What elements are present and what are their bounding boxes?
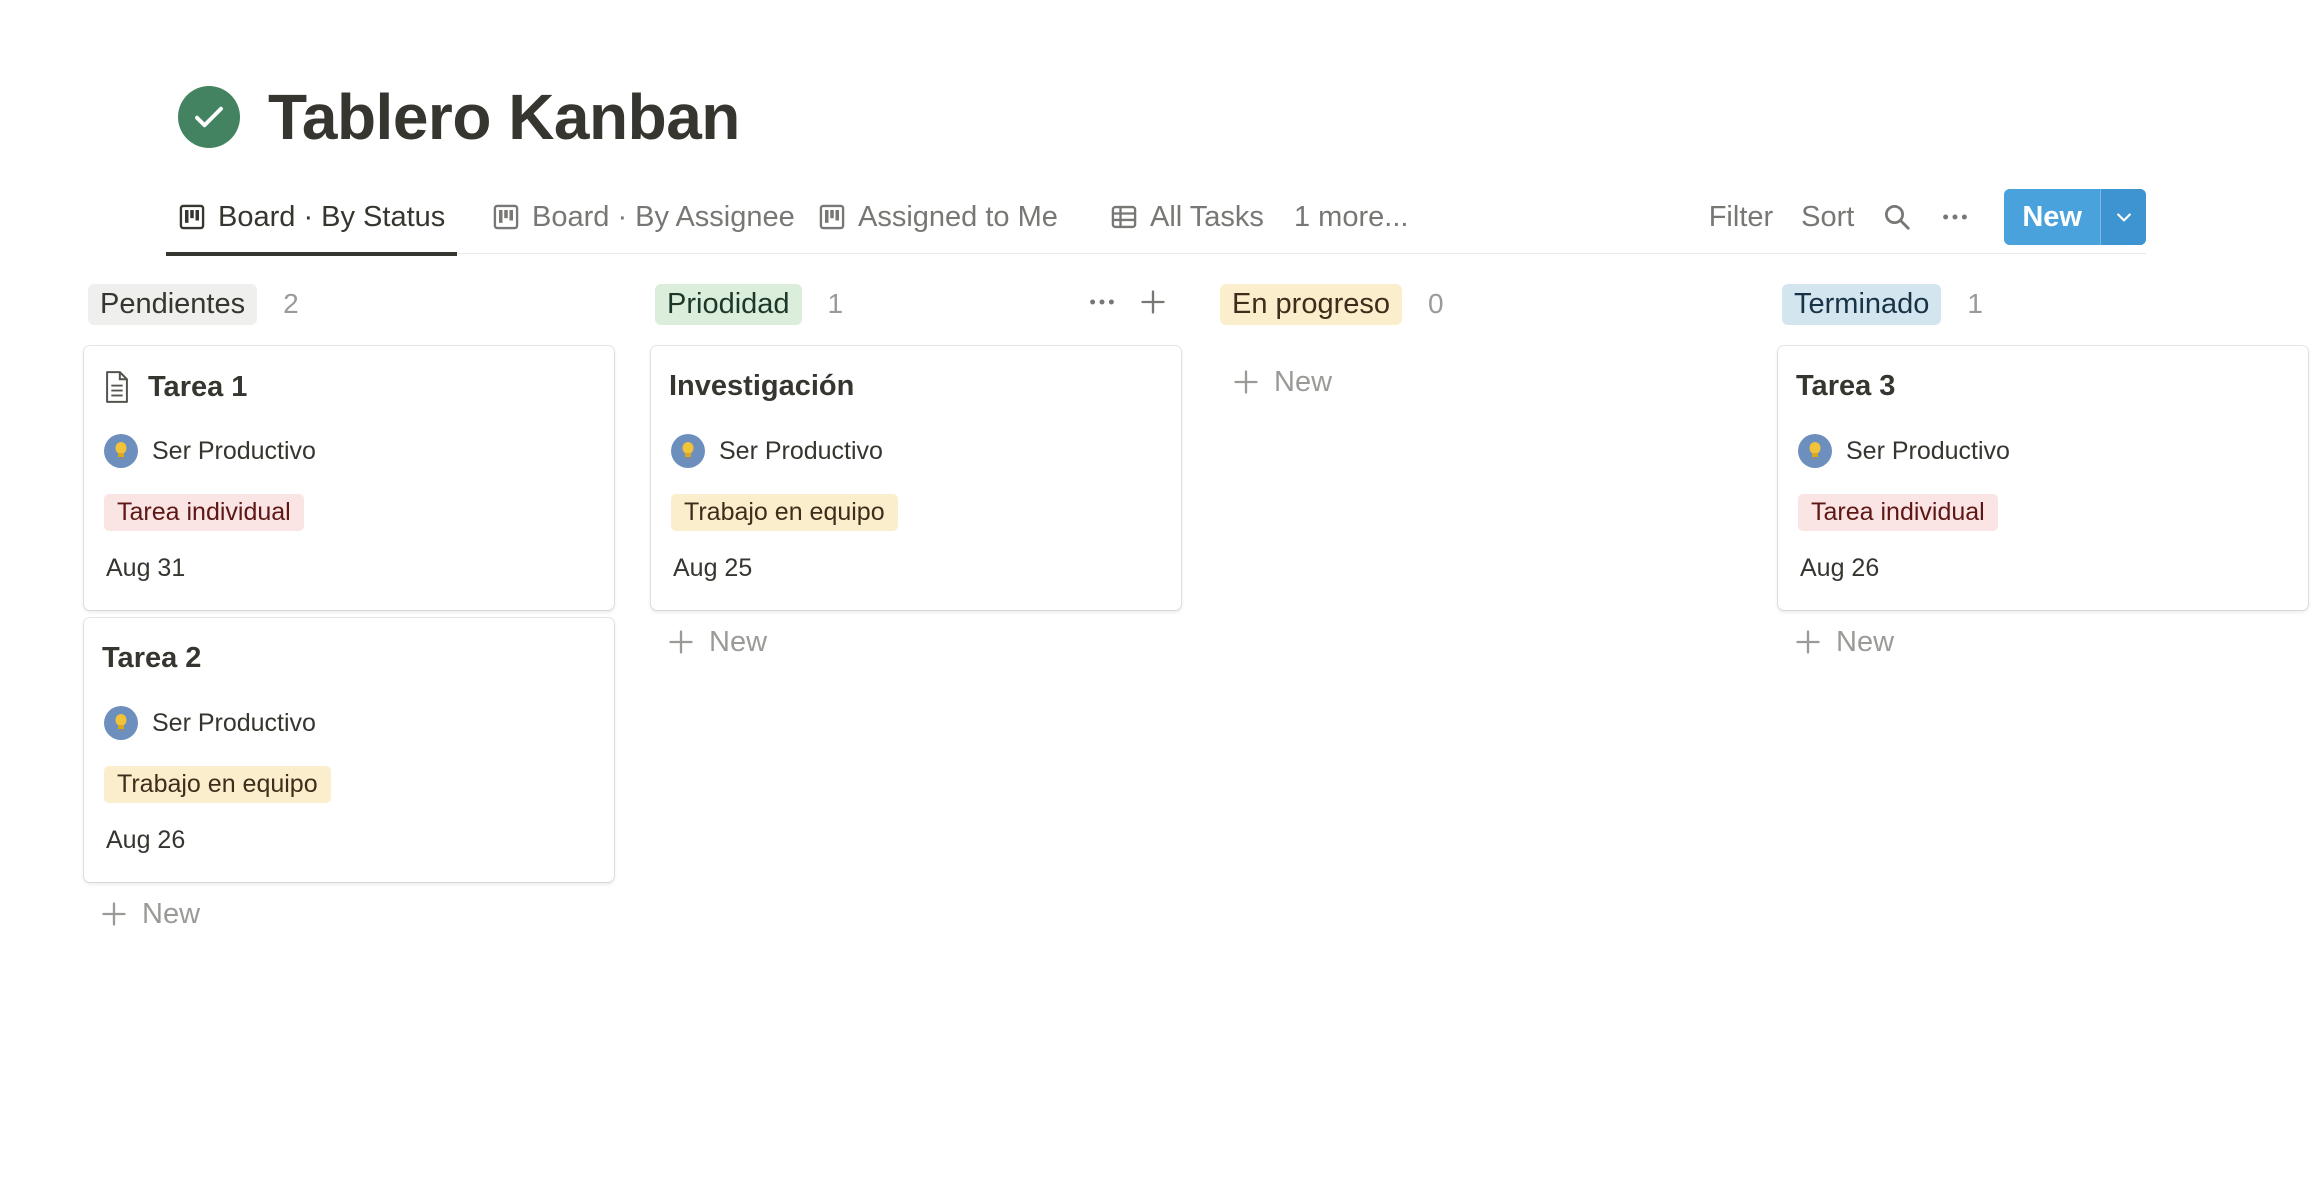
card-title: Tarea 1: [102, 370, 247, 404]
column-count: 1: [827, 288, 844, 319]
plus-icon: [669, 630, 693, 654]
card-title: Tarea 2: [102, 642, 201, 675]
kanban-page: Tablero Kanban Board · By Status Board ·…: [0, 0, 2318, 1204]
column-en-progreso: En progreso 0 New: [1220, 280, 1750, 398]
tab-board-by-assignee[interactable]: Board · By Assignee: [480, 180, 807, 254]
assignee-name: Ser Productivo: [152, 708, 316, 737]
board-icon: [493, 204, 519, 230]
column-priodidad: Priodidad 1 Investigación Ser Productivo: [651, 280, 1185, 658]
add-new-label: New: [1274, 365, 1333, 398]
sort-button[interactable]: Sort: [1787, 192, 1868, 242]
tab-assigned-to-me[interactable]: Assigned to Me: [806, 180, 1070, 254]
task-card-tarea-2[interactable]: Tarea 2 Ser Productivo Trabajo en equipo…: [84, 618, 614, 882]
card-assignee: Ser Productivo: [1798, 434, 2010, 468]
card-tag: Trabajo en equipo: [671, 494, 898, 531]
board-icon: [819, 204, 845, 230]
lightbulb-avatar-icon: [671, 434, 705, 468]
task-card-tarea-3[interactable]: Tarea 3 Ser Productivo Tarea individual …: [1778, 346, 2308, 610]
tab-more[interactable]: 1 more...: [1282, 180, 1420, 254]
task-card-investigacion[interactable]: Investigación Ser Productivo Trabajo en …: [651, 346, 1181, 610]
column-count: 2: [283, 288, 299, 319]
card-date: Aug 25: [673, 554, 753, 582]
add-new-card-button[interactable]: New: [100, 892, 200, 936]
tab-label: All Tasks: [1150, 200, 1264, 233]
chevron-down-icon[interactable]: [2100, 189, 2146, 245]
add-new-card-button[interactable]: New: [1232, 360, 1332, 404]
plus-icon: [1234, 370, 1258, 394]
tab-label: Board · By Assignee: [532, 200, 795, 233]
plus-icon: [1796, 630, 1820, 654]
column-header: Pendientes 2: [88, 280, 618, 328]
tab-all-tasks[interactable]: All Tasks: [1098, 180, 1276, 254]
page-icon: [106, 371, 128, 403]
table-icon: [1111, 205, 1137, 229]
board-icon: [179, 204, 205, 230]
card-title: Investigación: [669, 370, 854, 403]
plus-icon: [102, 902, 126, 926]
lightbulb-avatar-icon: [1798, 434, 1832, 468]
card-assignee: Ser Productivo: [671, 434, 883, 468]
status-pill[interactable]: En progreso: [1220, 283, 1402, 325]
column-count: 0: [1428, 288, 1444, 319]
column-header: Priodidad 1: [655, 280, 1185, 328]
filter-button[interactable]: Filter: [1695, 192, 1787, 242]
status-pill[interactable]: Priodidad: [655, 283, 802, 325]
more-options-icon[interactable]: [1926, 192, 1984, 242]
column-pendientes: Pendientes 2 Tarea 1 Ser Productivo Tare…: [84, 280, 618, 930]
new-button-group: New: [2004, 189, 2146, 245]
add-new-label: New: [709, 625, 768, 658]
status-pill[interactable]: Pendientes: [88, 283, 258, 325]
card-tag: Tarea individual: [104, 494, 304, 531]
tab-board-by-status[interactable]: Board · By Status: [166, 180, 458, 256]
title-row: Tablero Kanban: [178, 80, 740, 154]
card-date: Aug 26: [106, 826, 186, 854]
plus-icon[interactable]: [1139, 288, 1167, 321]
page-title: Tablero Kanban: [268, 81, 740, 153]
card-tag: Tarea individual: [1798, 494, 1998, 531]
assignee-name: Ser Productivo: [152, 436, 316, 465]
lightbulb-avatar-icon: [104, 706, 138, 740]
status-pill[interactable]: Terminado: [1782, 283, 1942, 325]
column-count: 1: [1967, 288, 1983, 319]
card-title-text: Tarea 2: [102, 642, 202, 674]
card-title-text: Investigación: [669, 370, 855, 402]
add-new-label: New: [1836, 625, 1895, 658]
more-options-icon[interactable]: [1087, 287, 1117, 322]
add-new-card-button[interactable]: New: [1794, 620, 1894, 664]
card-title-text: Tarea 1: [148, 370, 248, 403]
tab-label: Board · By Status: [218, 200, 446, 233]
lightbulb-avatar-icon: [104, 434, 138, 468]
search-icon[interactable]: [1868, 192, 1926, 242]
card-tag: Trabajo en equipo: [104, 766, 331, 803]
card-date: Aug 31: [106, 554, 186, 582]
assignee-name: Ser Productivo: [1846, 436, 2010, 465]
new-button[interactable]: New: [2004, 189, 2100, 245]
tab-label: Assigned to Me: [858, 200, 1058, 233]
column-header: Terminado 1: [1782, 280, 2312, 328]
column-terminado: Terminado 1 Tarea 3 Ser Productivo Tarea…: [1778, 280, 2312, 658]
card-date: Aug 26: [1800, 554, 1880, 582]
task-card-tarea-1[interactable]: Tarea 1 Ser Productivo Tarea individual …: [84, 346, 614, 610]
card-assignee: Ser Productivo: [104, 434, 316, 468]
add-new-label: New: [142, 897, 201, 930]
card-title: Tarea 3: [1796, 370, 1895, 403]
assignee-name: Ser Productivo: [719, 436, 883, 465]
column-header: En progreso 0: [1220, 280, 1750, 328]
column-actions: [1087, 280, 1167, 328]
check-circle-icon[interactable]: [178, 86, 240, 148]
card-title-text: Tarea 3: [1796, 370, 1896, 402]
tab-label: 1 more...: [1294, 200, 1409, 233]
view-tabs-bar: Board · By Status Board · By Assignee As…: [166, 180, 2146, 256]
view-toolbar: Filter Sort New: [1695, 180, 2146, 254]
add-new-card-button[interactable]: New: [667, 620, 767, 664]
card-assignee: Ser Productivo: [104, 706, 316, 740]
